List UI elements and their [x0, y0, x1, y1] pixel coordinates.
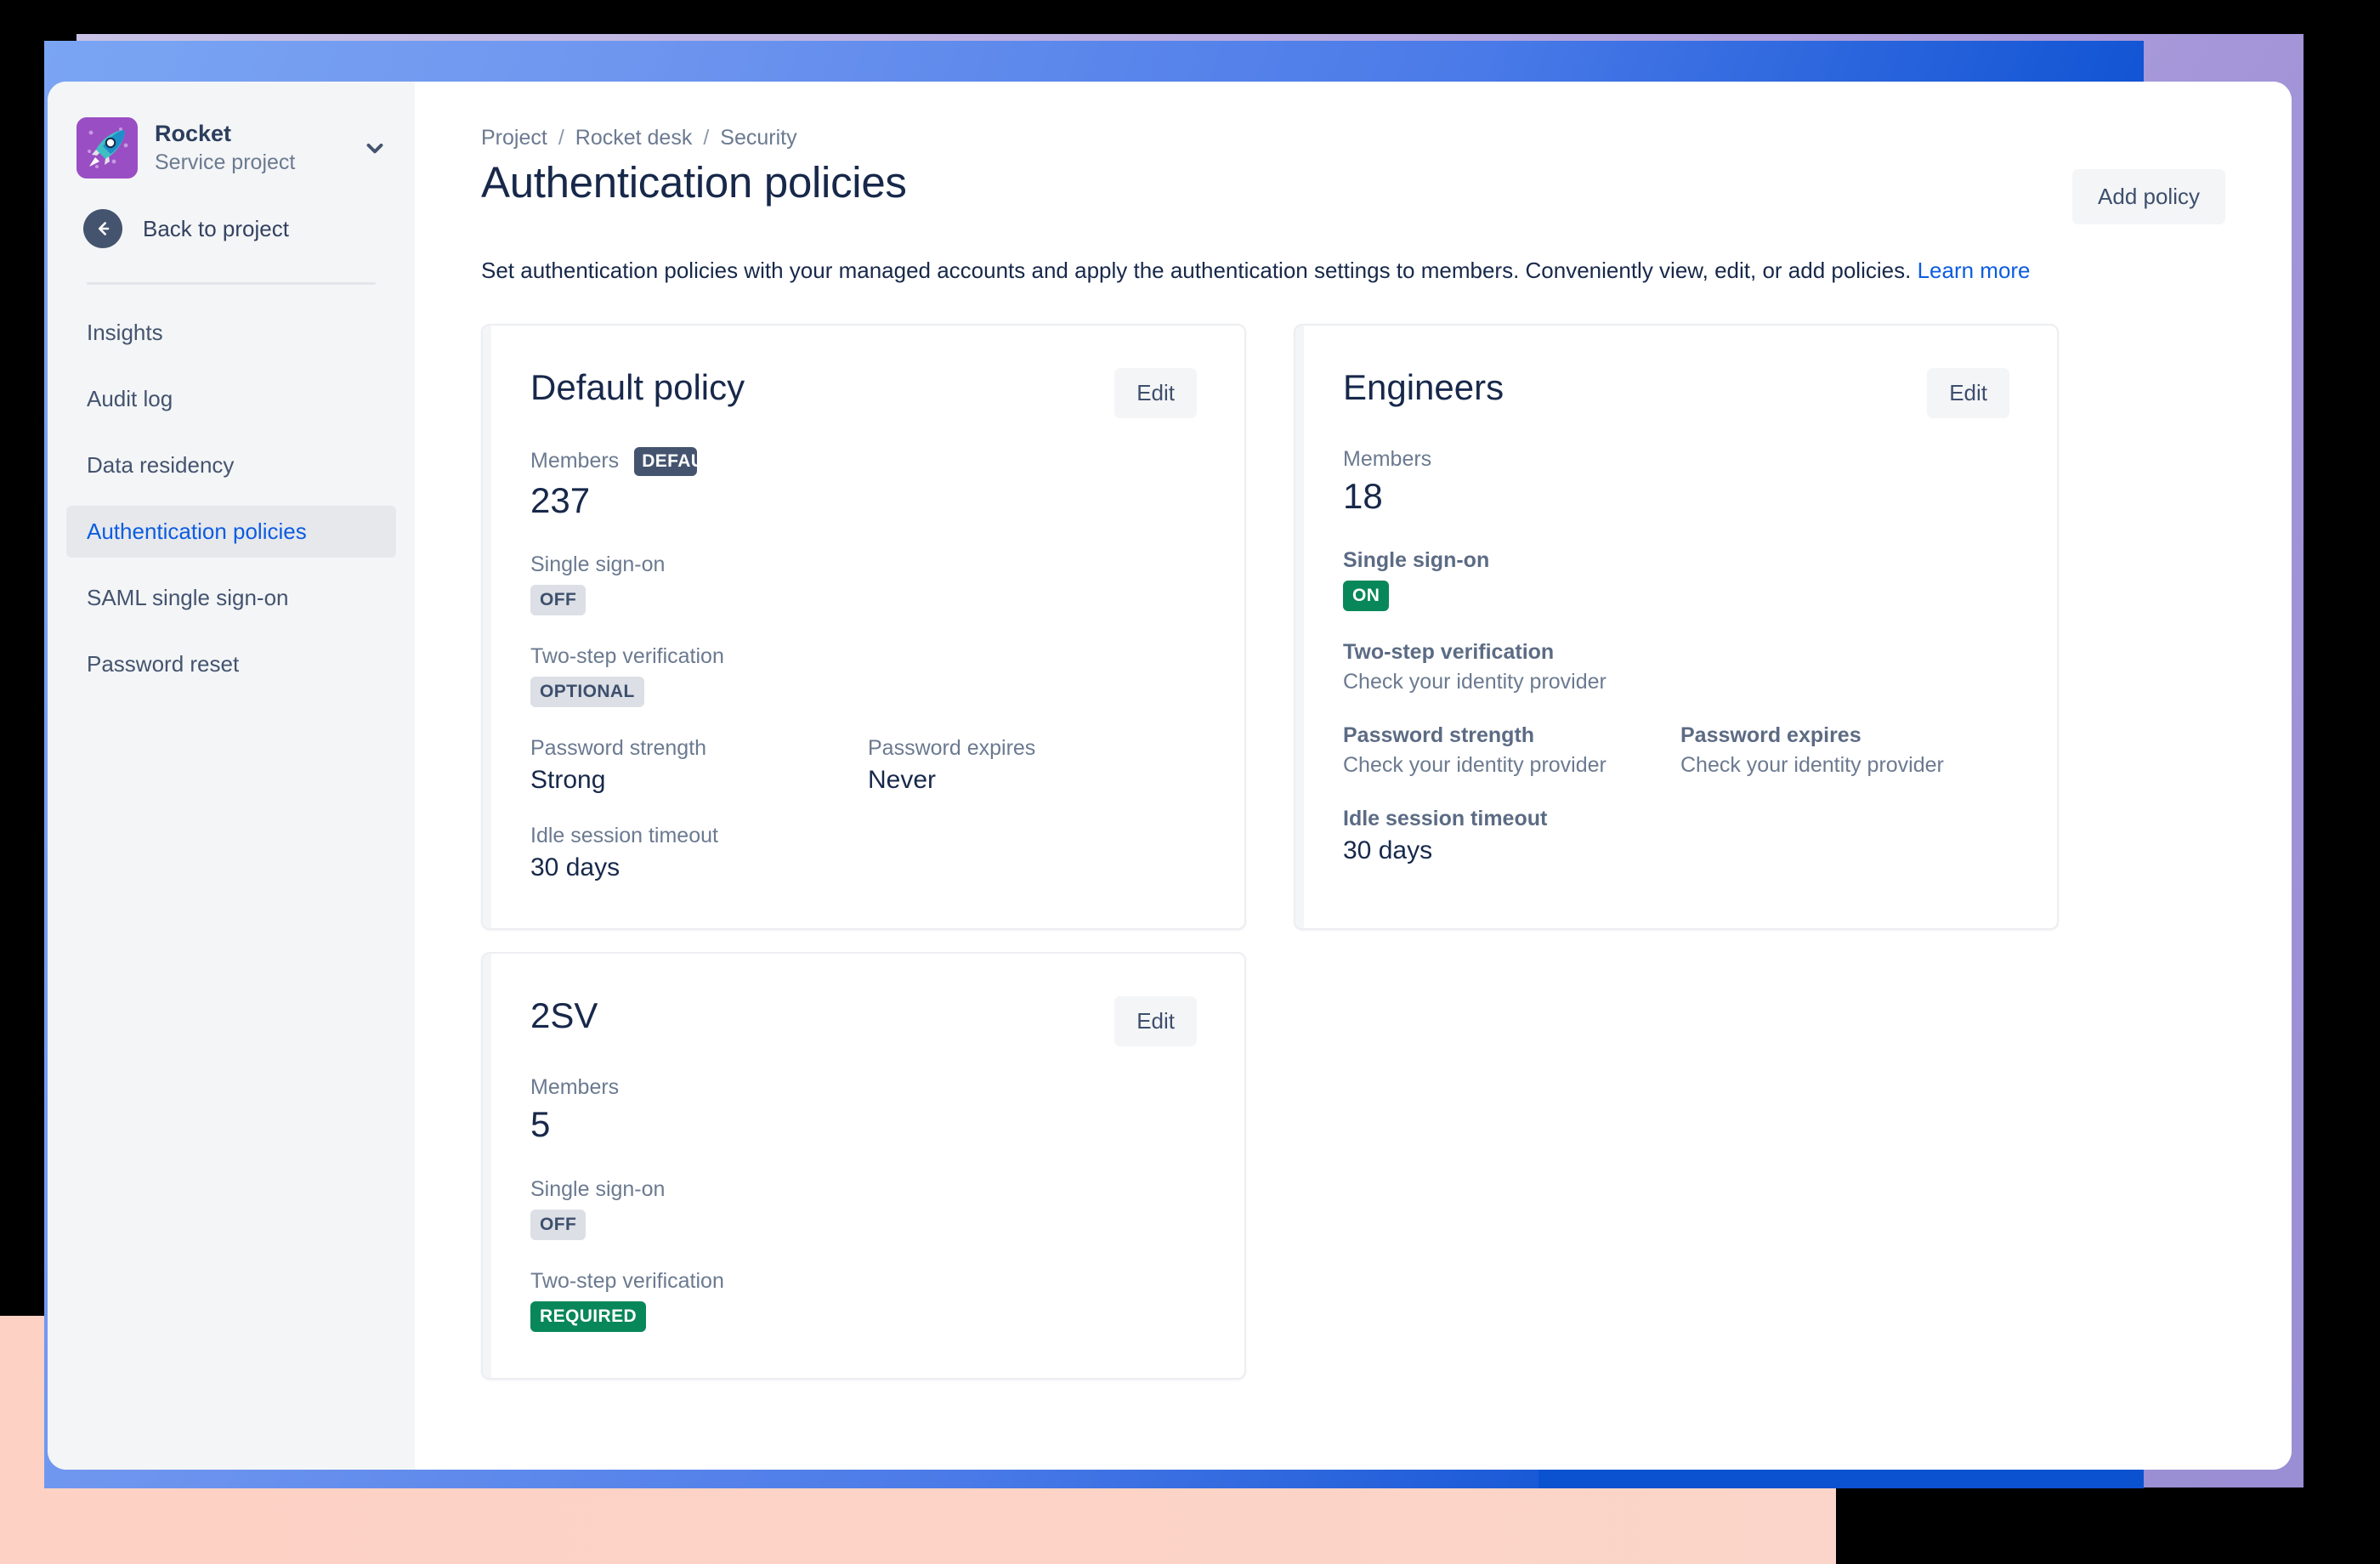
single-sign-on-label: Single sign-on — [530, 1176, 666, 1201]
policy-card-header: Default policy Edit — [530, 366, 1197, 418]
edit-button[interactable]: Edit — [1114, 367, 1197, 418]
breadcrumb-item-rocket-desk[interactable]: Rocket desk — [575, 126, 693, 150]
two-step-verification-status-badge: OPTIONAL — [530, 677, 644, 708]
password-expires-label: Password expires — [868, 736, 1036, 761]
sidebar-item-data-residency[interactable]: Data residency — [66, 439, 396, 491]
policy-card-engineers: Engineers Edit Members 18 Single sign-on… — [1294, 323, 2059, 931]
project-name: Rocket — [155, 120, 232, 146]
idle-session-timeout-label: Idle session timeout — [1343, 807, 1548, 831]
password-strength-block: Password strength Strong — [530, 736, 859, 795]
members-count: 18 — [1343, 475, 1383, 516]
members-row: Members DEFAULT — [530, 446, 1197, 476]
single-sign-on-status-badge: OFF — [530, 585, 586, 616]
policy-card-header: Engineers Edit — [1343, 366, 2009, 418]
sidebar-item-saml-single-sign-on[interactable]: SAML single sign-on — [66, 572, 396, 624]
project-switcher[interactable]: Rocket Service project — [48, 82, 415, 178]
members-row: Members — [1343, 447, 2009, 472]
single-sign-on-label: Single sign-on — [1343, 548, 1490, 573]
password-expires-block: Password expires Check your identity pro… — [1680, 723, 2009, 778]
sidebar-nav: Insights Audit log Data residency Authen… — [48, 285, 415, 690]
password-strength-value: Strong — [530, 766, 606, 795]
password-strength-label: Password strength — [530, 736, 707, 761]
arrow-left-icon — [83, 209, 122, 248]
page-description-text: Set authentication policies with your ma… — [481, 258, 1912, 283]
policy-card-title: Engineers — [1343, 366, 1504, 407]
single-sign-on-status-badge: ON — [1343, 581, 1390, 612]
breadcrumb: Project / Rocket desk / Security — [481, 126, 2225, 150]
learn-more-link[interactable]: Learn more — [1918, 258, 2031, 283]
single-sign-on-section: Single sign-on OFF — [530, 1177, 1197, 1240]
edit-button[interactable]: Edit — [1927, 367, 2009, 418]
policy-card-title: 2SV — [530, 995, 598, 1036]
members-label: Members — [1343, 446, 1432, 471]
edit-button[interactable]: Edit — [1114, 996, 1197, 1047]
sidebar-item-audit-log[interactable]: Audit log — [66, 373, 396, 425]
single-sign-on-section: Single sign-on ON — [1343, 548, 2009, 612]
main-content: Project / Rocket desk / Security Authent… — [415, 82, 2292, 1470]
single-sign-on-section: Single sign-on OFF — [530, 552, 1197, 616]
sidebar: Rocket Service project Back to project I… — [48, 82, 415, 1470]
breadcrumb-separator: / — [703, 126, 710, 150]
back-to-project-label: Back to project — [143, 215, 289, 241]
members-label: Members — [530, 1075, 620, 1100]
sidebar-item-password-reset[interactable]: Password reset — [66, 638, 396, 690]
two-step-verification-status-badge: REQUIRED — [530, 1300, 647, 1332]
page-title: Authentication policies — [481, 158, 907, 207]
sidebar-item-insights[interactable]: Insights — [66, 307, 396, 359]
add-policy-button[interactable]: Add policy — [2072, 169, 2225, 224]
idle-session-timeout-label: Idle session timeout — [530, 824, 718, 848]
default-badge: DEFAULT — [634, 446, 698, 476]
policy-card-title: Default policy — [530, 366, 745, 407]
password-strength-label: Password strength — [1343, 723, 1535, 748]
members-row: Members — [530, 1075, 1197, 1100]
members-count: 237 — [530, 479, 591, 520]
password-expires-note: Check your identity provider — [1680, 753, 1944, 778]
idle-session-timeout-value: 30 days — [1343, 836, 1433, 865]
password-strength-block: Password strength Check your identity pr… — [1343, 723, 1672, 778]
single-sign-on-status-badge: OFF — [530, 1209, 586, 1240]
single-sign-on-label: Single sign-on — [530, 552, 666, 577]
password-settings-row: Password strength Check your identity pr… — [1343, 723, 2009, 778]
sidebar-item-authentication-policies[interactable]: Authentication policies — [66, 506, 396, 558]
breadcrumb-item-security[interactable]: Security — [720, 126, 796, 150]
password-settings-row: Password strength Strong Password expire… — [530, 736, 1197, 795]
app-window: Rocket Service project Back to project I… — [48, 82, 2292, 1470]
policy-cards-grid: Default policy Edit Members DEFAULT 237 … — [481, 323, 2225, 1380]
policy-card-default: Default policy Edit Members DEFAULT 237 … — [481, 323, 1246, 931]
project-type: Service project — [155, 150, 296, 175]
two-step-verification-section: Two-step verification REQUIRED — [530, 1269, 1197, 1332]
password-expires-label: Password expires — [1680, 723, 1862, 748]
breadcrumb-item-project[interactable]: Project — [481, 126, 547, 150]
policy-card-2sv: 2SV Edit Members 5 Single sign-on OFF Tw… — [481, 952, 1246, 1380]
page-header: Authentication policies Add policy — [481, 158, 2225, 224]
back-to-project-link[interactable]: Back to project — [48, 178, 415, 248]
two-step-verification-section: Two-step verification Check your identit… — [1343, 640, 2009, 694]
two-step-verification-label: Two-step verification — [530, 644, 724, 669]
breadcrumb-separator: / — [558, 126, 564, 150]
two-step-verification-section: Two-step verification OPTIONAL — [530, 644, 1197, 708]
members-label: Members — [530, 449, 620, 473]
policy-card-header: 2SV Edit — [530, 995, 1197, 1047]
idle-session-timeout-value: 30 days — [530, 853, 620, 882]
chevron-down-icon[interactable] — [360, 133, 389, 162]
idle-session-timeout-section: Idle session timeout 30 days — [1343, 807, 2009, 865]
project-meta: Rocket Service project — [155, 120, 343, 177]
rocket-icon — [76, 117, 138, 178]
page-description: Set authentication policies with your ma… — [481, 255, 2062, 286]
password-expires-value: Never — [868, 766, 937, 795]
members-count: 5 — [530, 1104, 551, 1145]
two-step-verification-note: Check your identity provider — [1343, 670, 1606, 694]
idle-session-timeout-section: Idle session timeout 30 days — [530, 824, 1197, 882]
password-expires-block: Password expires Never — [868, 736, 1197, 795]
two-step-verification-label: Two-step verification — [530, 1268, 724, 1293]
two-step-verification-label: Two-step verification — [1343, 640, 1555, 665]
password-strength-note: Check your identity provider — [1343, 753, 1606, 778]
